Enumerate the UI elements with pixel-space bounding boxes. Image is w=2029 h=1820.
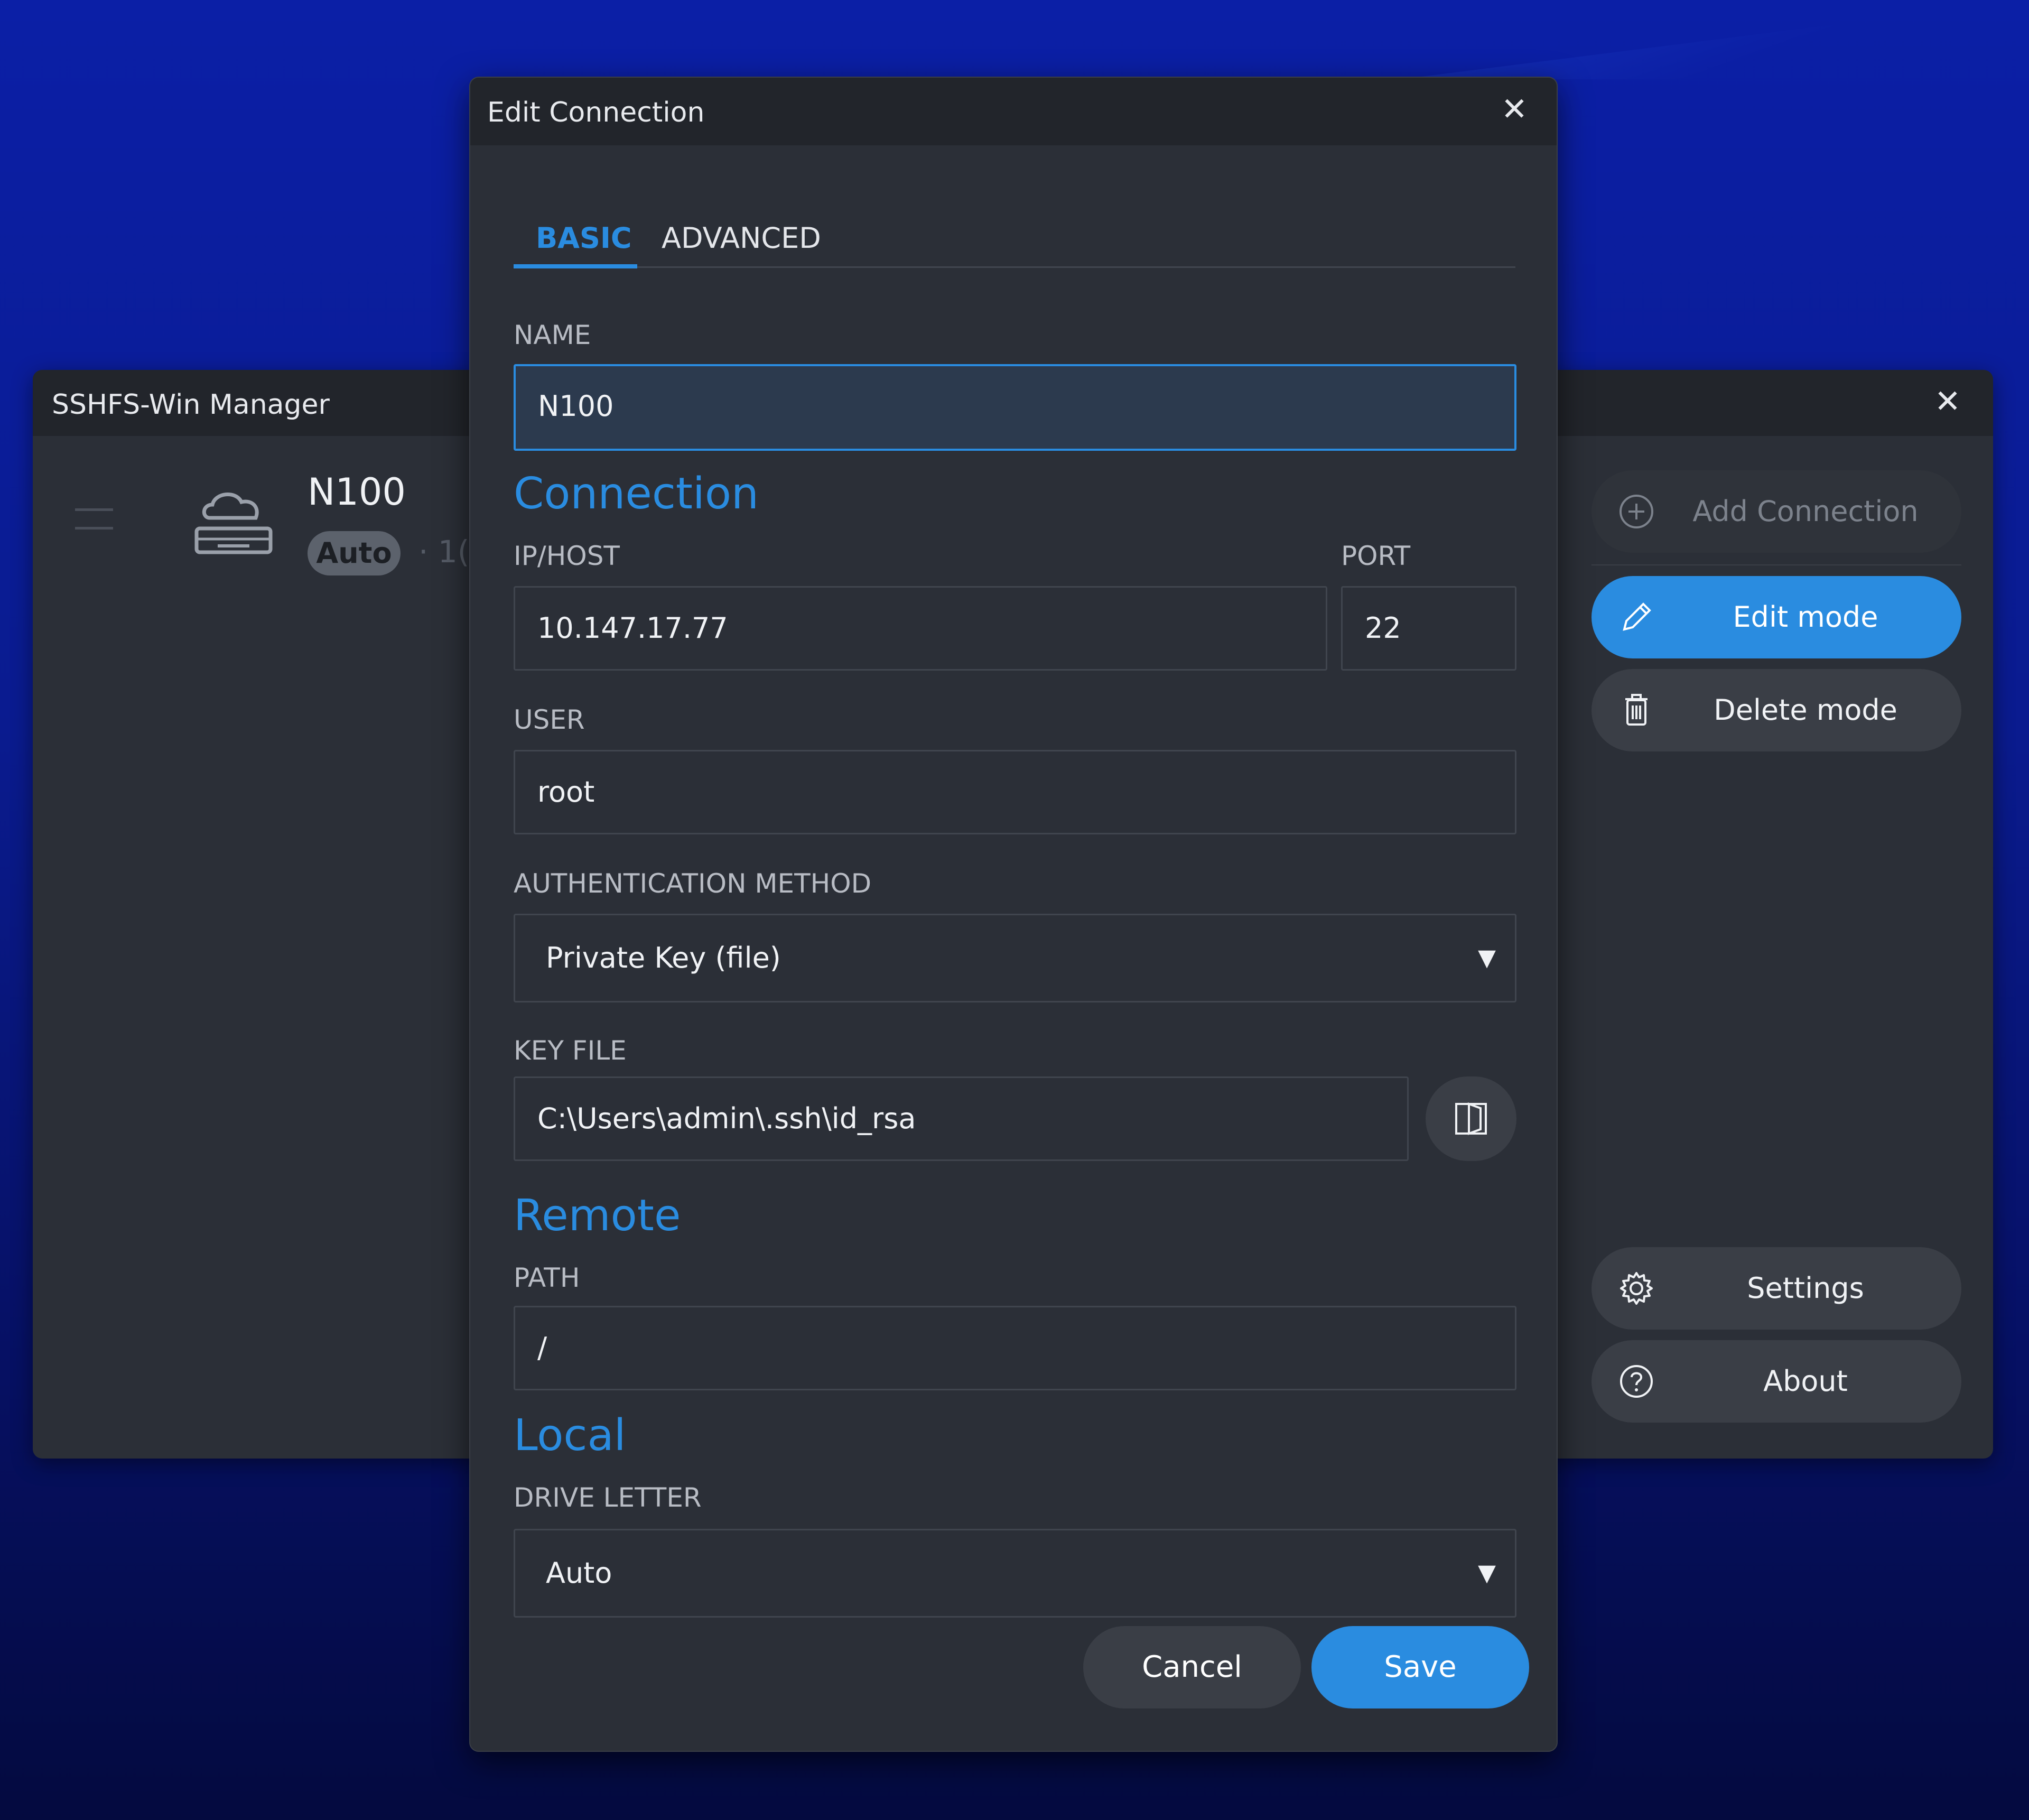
delete-mode-button[interactable]: Delete mode [1591,669,1961,751]
connection-name: N100 [308,470,406,514]
port-label: PORT [1341,541,1411,571]
settings-button[interactable]: Settings [1591,1247,1961,1330]
add-connection-button[interactable]: Add Connection [1591,470,1961,553]
tab-advanced[interactable]: ADVANCED [662,221,821,255]
active-tab-indicator [514,264,637,268]
status-badge: Auto [308,531,401,575]
chevron-down-icon: ▼ [1478,1559,1496,1586]
add-connection-label: Add Connection [1692,495,1919,528]
section-remote-title: Remote [514,1191,681,1241]
wallpaper-streak [1400,0,2029,79]
cloud-drive-icon [194,493,273,554]
path-label: PATH [514,1262,580,1293]
chevron-down-icon: ▼ [1478,944,1496,971]
dialog-title: Edit Connection [487,97,705,128]
tab-basic[interactable]: BASIC [536,221,632,255]
tab-bar-divider [514,266,1515,268]
auth-method-value: Private Key (file) [546,941,781,974]
help-circle-icon [1620,1365,1653,1398]
connection-subtitle: · 1( [418,534,470,570]
port-input[interactable]: 22 [1341,586,1516,671]
close-icon[interactable]: ✕ [1499,94,1530,125]
main-window-title: SSHFS-Win Manager [52,389,330,421]
keyfile-label: KEY FILE [514,1035,627,1066]
dialog-titlebar: Edit Connection ✕ [470,78,1557,145]
settings-label: Settings [1747,1271,1864,1305]
drive-letter-label: DRIVE LETTER [514,1482,702,1513]
name-input[interactable]: N100 [514,364,1516,451]
host-label: IP/HOST [514,541,620,571]
section-connection-title: Connection [514,469,759,519]
browse-file-button[interactable] [1426,1076,1516,1161]
drive-letter-select[interactable]: Auto ▼ [514,1529,1516,1618]
about-button[interactable]: About [1591,1340,1961,1423]
trash-icon [1625,694,1648,726]
plus-circle-icon [1620,495,1653,528]
name-label: NAME [514,320,591,350]
user-input[interactable]: root [514,750,1516,834]
delete-mode-label: Delete mode [1714,693,1897,727]
pencil-icon [1623,602,1651,631]
edit-mode-button[interactable]: Edit mode [1591,576,1961,658]
auth-method-label: AUTHENTICATION METHOD [514,868,872,899]
edit-mode-label: Edit mode [1733,600,1878,634]
folder-open-icon [1455,1102,1487,1135]
drag-handle-icon[interactable] [75,508,113,530]
sidebar-divider [1591,564,1961,565]
host-input[interactable]: 10.147.17.77 [514,586,1327,671]
auth-method-select[interactable]: Private Key (file) ▼ [514,914,1516,1002]
section-local-title: Local [514,1410,626,1461]
about-label: About [1763,1364,1848,1398]
save-button[interactable]: Save [1311,1626,1529,1708]
gear-icon [1620,1272,1653,1305]
path-input[interactable]: / [514,1306,1516,1390]
drive-letter-value: Auto [546,1556,612,1590]
close-icon[interactable]: ✕ [1932,386,1963,417]
keyfile-input[interactable]: C:\Users\admin\.ssh\id_rsa [514,1076,1409,1161]
edit-connection-dialog: Edit Connection ✕ BASIC ADVANCED NAME N1… [469,77,1558,1752]
cancel-button[interactable]: Cancel [1083,1626,1301,1708]
user-label: USER [514,704,585,735]
